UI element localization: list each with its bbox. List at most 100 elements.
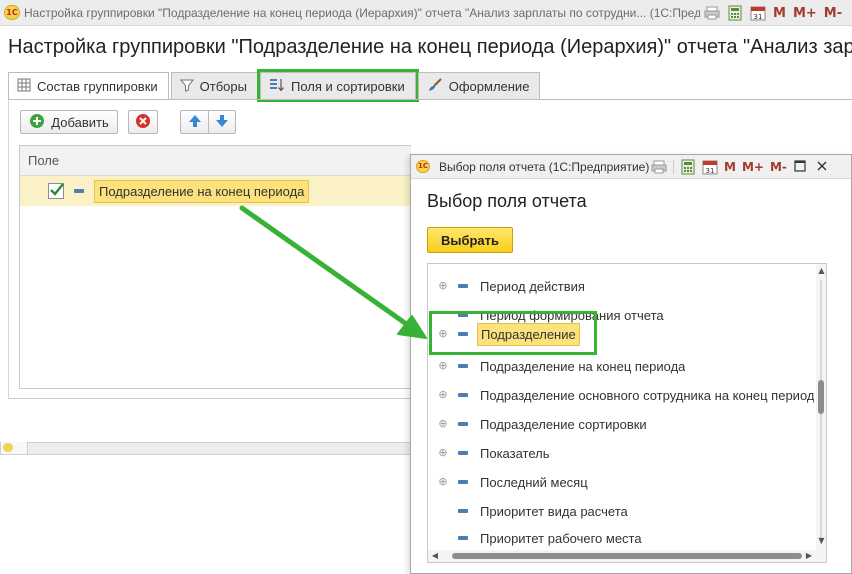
scroll-thumb[interactable]: [818, 380, 824, 414]
scroll-up-icon[interactable]: ▲: [817, 266, 826, 275]
memory-m-button[interactable]: M: [773, 6, 786, 21]
dialog-window-title: Выбор поля отчета (1С:Предприятие): [439, 160, 650, 174]
field-type-icon: [458, 480, 468, 484]
field-type-icon: [458, 422, 468, 426]
field-type-icon: [458, 536, 468, 540]
checkmark-icon: [50, 183, 64, 196]
brush-icon: [427, 77, 443, 95]
expand-icon[interactable]: ⊕: [438, 447, 448, 458]
app-logo-icon: [3, 443, 13, 452]
field-type-icon: [458, 364, 468, 368]
grid-field-cell[interactable]: Подразделение на конец периода: [94, 179, 310, 203]
list-item-label: Приоритет вида расчета: [480, 503, 628, 519]
fields-tree: ⊕ Период действия Период формирования от…: [427, 263, 827, 563]
memory-minus-button[interactable]: M-: [824, 6, 842, 21]
dialog-titlebar: 1С Выбор поля отчета (1С:Предприятие) 31…: [411, 155, 851, 179]
print-icon[interactable]: [651, 159, 667, 175]
list-item-label: Подразделение основного сотрудника на ко…: [480, 387, 814, 403]
list-item[interactable]: Приоритет рабочего места: [428, 526, 814, 550]
field-type-icon: [458, 284, 468, 288]
move-down-button[interactable]: [208, 110, 236, 134]
row-checkbox[interactable]: [48, 183, 64, 199]
horizontal-scrollbar[interactable]: ◀ ▶: [428, 550, 816, 562]
arrow-up-icon: [188, 114, 202, 131]
list-item-label: Последний месяц: [480, 474, 588, 490]
grouping-fields-grid: Поле Подразделение на конец периода: [19, 145, 411, 389]
list-item-label: Подразделение сортировки: [480, 416, 647, 432]
expand-icon[interactable]: ⊕: [438, 360, 448, 371]
column-header-field[interactable]: Поле: [20, 146, 411, 176]
move-up-button[interactable]: [180, 110, 208, 134]
memory-plus-button[interactable]: M+: [742, 160, 764, 174]
list-item[interactable]: ⊕ Подразделение на конец периода: [428, 352, 814, 380]
window-titlebar: 1С Настройка группировки "Подразделение …: [0, 0, 852, 26]
scroll-down-icon[interactable]: ▼: [817, 536, 826, 545]
calculator-icon[interactable]: [727, 5, 743, 21]
vertical-scrollbar[interactable]: ▲ ▼: [816, 264, 826, 562]
dialog-toolbar: 31 M M+ M-: [651, 158, 831, 176]
dialog-heading: Выбор поля отчета: [427, 191, 587, 211]
tab-fields-and-sorting[interactable]: Поля и сортировки: [256, 69, 419, 102]
settings-tabs: Состав группировки Отборы Поля и сортиро…: [8, 69, 542, 102]
app-logo-icon: 1С: [4, 5, 20, 20]
tab-grouping-composition[interactable]: Состав группировки: [8, 72, 169, 100]
grid-toolbar: Добавить: [20, 110, 236, 134]
highlight-frame: [429, 311, 597, 355]
window-toolbar: 31 M M+ M-: [704, 4, 842, 22]
add-button[interactable]: Добавить: [20, 110, 118, 134]
tab-filters[interactable]: Отборы: [170, 72, 258, 99]
list-item[interactable]: ⊕ Подразделение основного сотрудника на …: [428, 381, 814, 409]
page-title: Настройка группировки "Подразделение на …: [8, 36, 852, 58]
expand-icon[interactable]: ⊕: [438, 389, 448, 400]
svg-text:31: 31: [706, 167, 715, 175]
tab-appearance[interactable]: Оформление: [417, 72, 541, 99]
list-item[interactable]: Приоритет вида расчета: [428, 497, 814, 525]
field-type-icon: [458, 509, 468, 513]
tab-label: Поля и сортировки: [290, 78, 405, 94]
scroll-left-icon[interactable]: ◀: [430, 551, 440, 561]
list-item-label: Приоритет рабочего места: [480, 530, 642, 546]
add-button-label: Добавить: [51, 114, 109, 130]
expand-icon[interactable]: ⊕: [438, 476, 448, 487]
list-item[interactable]: ⊕ Подразделение сортировки: [428, 410, 814, 438]
filter-icon: [179, 78, 194, 95]
calendar-icon[interactable]: 31: [750, 5, 766, 21]
select-report-field-dialog: 1С Выбор поля отчета (1С:Предприятие) 31…: [410, 154, 852, 574]
toolbar-separator: [673, 160, 674, 174]
table-row[interactable]: Подразделение на конец периода: [20, 176, 411, 206]
scroll-right-icon[interactable]: ▶: [804, 551, 814, 561]
tab-label: Состав группировки: [37, 79, 158, 94]
field-type-icon: [458, 451, 468, 455]
taskbar-window-tab[interactable]: [0, 442, 28, 455]
expand-icon[interactable]: ⊕: [438, 418, 448, 429]
panel-bottom-border: [8, 398, 412, 399]
maximize-icon[interactable]: [793, 159, 809, 175]
close-icon[interactable]: [815, 159, 831, 175]
window-title: Настройка группировки "Подразделение на …: [24, 6, 700, 20]
app-logo-icon: 1С: [416, 160, 430, 173]
list-item[interactable]: ⊕ Показатель: [428, 439, 814, 467]
memory-plus-button[interactable]: M+: [793, 6, 817, 21]
field-type-icon: [74, 189, 84, 193]
scroll-thumb[interactable]: [452, 553, 802, 559]
fields-sort-icon: [269, 78, 285, 95]
select-button[interactable]: Выбрать: [427, 227, 513, 253]
list-item-label: Показатель: [480, 445, 550, 461]
memory-m-button[interactable]: M: [724, 160, 736, 174]
tab-divider: [8, 99, 852, 100]
memory-minus-button[interactable]: M-: [770, 160, 787, 174]
expand-icon[interactable]: ⊕: [438, 280, 448, 291]
arrow-down-icon: [215, 114, 229, 131]
list-item[interactable]: ⊕ Последний месяц: [428, 468, 814, 496]
delete-button[interactable]: [128, 110, 158, 134]
list-item[interactable]: ⊕ Период действия: [428, 272, 814, 300]
window-taskbar: [0, 442, 410, 455]
calendar-icon[interactable]: 31: [702, 159, 718, 175]
table-icon: [17, 78, 31, 95]
print-icon[interactable]: [704, 5, 720, 21]
add-icon: [29, 113, 45, 132]
calculator-icon[interactable]: [680, 159, 696, 175]
delete-icon: [135, 113, 151, 132]
field-type-icon: [458, 393, 468, 397]
svg-text:31: 31: [754, 13, 763, 21]
